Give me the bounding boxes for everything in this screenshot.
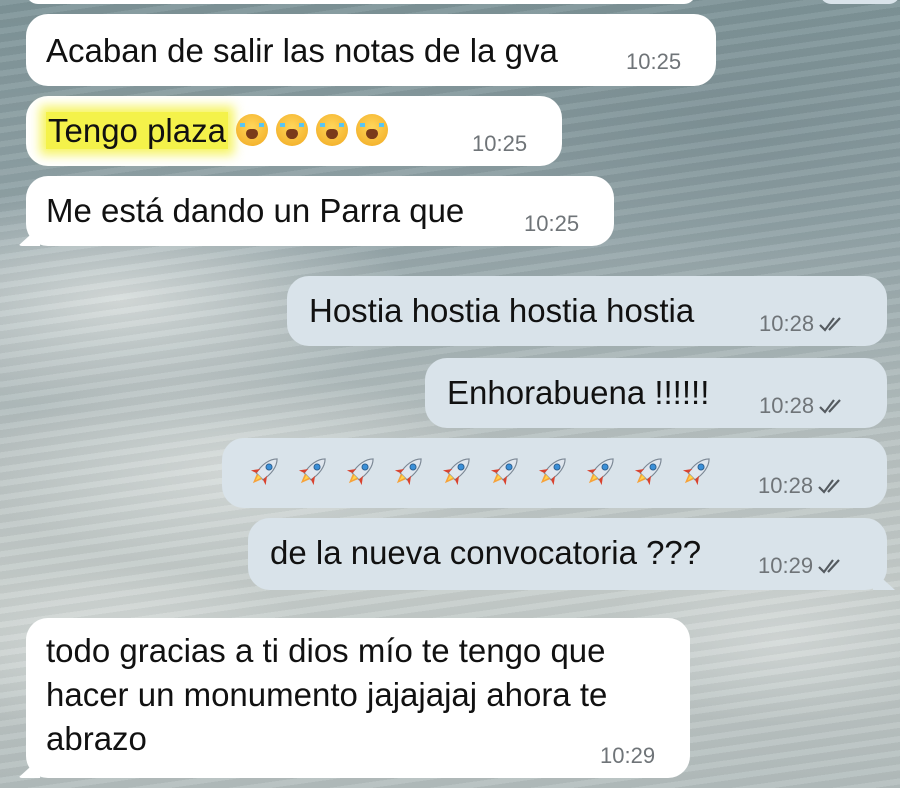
message-bubble-outgoing[interactable]: Hostia hostia hostia hostia 10:28: [287, 276, 887, 346]
message-time: 10:29: [758, 553, 814, 578]
rocket-icon: [630, 452, 668, 490]
crying-face-icon: [235, 114, 268, 146]
rocket-icon: [582, 452, 620, 490]
rocket-icon: [678, 452, 716, 490]
message-bubble-incoming[interactable]: Me está dando un Parra que 10:25: [18, 176, 614, 246]
message-timestamp: 10:28: [759, 312, 848, 338]
crying-face-icon: [315, 114, 348, 146]
rocket-emoji-row: [246, 452, 726, 494]
message-time: 10:28: [759, 393, 815, 418]
message-bubble-incoming[interactable]: Tengo plaza 10:25: [26, 96, 562, 166]
message-bubble-outgoing[interactable]: 10:28: [222, 438, 887, 508]
rocket-icon: [534, 452, 572, 490]
message-time: 10:28: [758, 473, 814, 498]
message-timestamp: 10:25: [472, 131, 528, 156]
crying-face-icon: [275, 114, 308, 146]
message-time: 10:28: [759, 311, 815, 336]
highlighted-text: Tengo plaza: [46, 112, 228, 149]
rocket-icon: [342, 452, 380, 490]
message-timestamp: 10:25: [626, 49, 682, 74]
double-check-icon: [817, 556, 847, 580]
message-bubble-outgoing[interactable]: de la nueva convocatoria ??? 10:29: [248, 518, 895, 590]
rocket-icon: [246, 452, 284, 490]
message-text-line: abrazo: [46, 720, 147, 757]
message-text: Hostia hostia hostia hostia: [309, 292, 695, 329]
partial-bubble-top-left: [26, 0, 696, 4]
message-text-line: hacer un monumento jajajajaj ahora te: [46, 676, 608, 713]
double-check-icon: [817, 476, 847, 500]
partial-bubble-top-right: [820, 0, 900, 4]
rocket-icon: [486, 452, 524, 490]
message-timestamp: 10:28: [759, 394, 848, 420]
double-check-icon: [818, 314, 848, 338]
message-timestamp: 10:25: [524, 211, 580, 236]
rocket-icon: [390, 452, 428, 490]
rocket-icon: [294, 452, 332, 490]
message-text-line: todo gracias a ti dios mío te tengo que: [46, 632, 606, 669]
rocket-icon: [438, 452, 476, 490]
double-check-icon: [818, 396, 848, 420]
message-text: de la nueva convocatoria ???: [270, 534, 702, 571]
message-bubble-outgoing[interactable]: Enhorabuena !!!!!! 10:28: [425, 358, 887, 428]
message-timestamp: 10:28: [758, 474, 847, 500]
message-text: Enhorabuena !!!!!!: [447, 374, 710, 411]
message-timestamp: 10:29: [758, 554, 847, 580]
message-text: Me está dando un Parra que: [46, 192, 465, 229]
message-text: Tengo plaza: [46, 110, 388, 152]
message-timestamp: 10:29: [600, 743, 656, 768]
message-bubble-incoming[interactable]: todo gracias a ti dios mío te tengo que …: [18, 618, 690, 778]
message-bubble-incoming[interactable]: Acaban de salir las notas de la gva 10:2…: [26, 14, 716, 86]
crying-face-icon: [355, 114, 388, 146]
message-text: Acaban de salir las notas de la gva: [46, 32, 558, 69]
